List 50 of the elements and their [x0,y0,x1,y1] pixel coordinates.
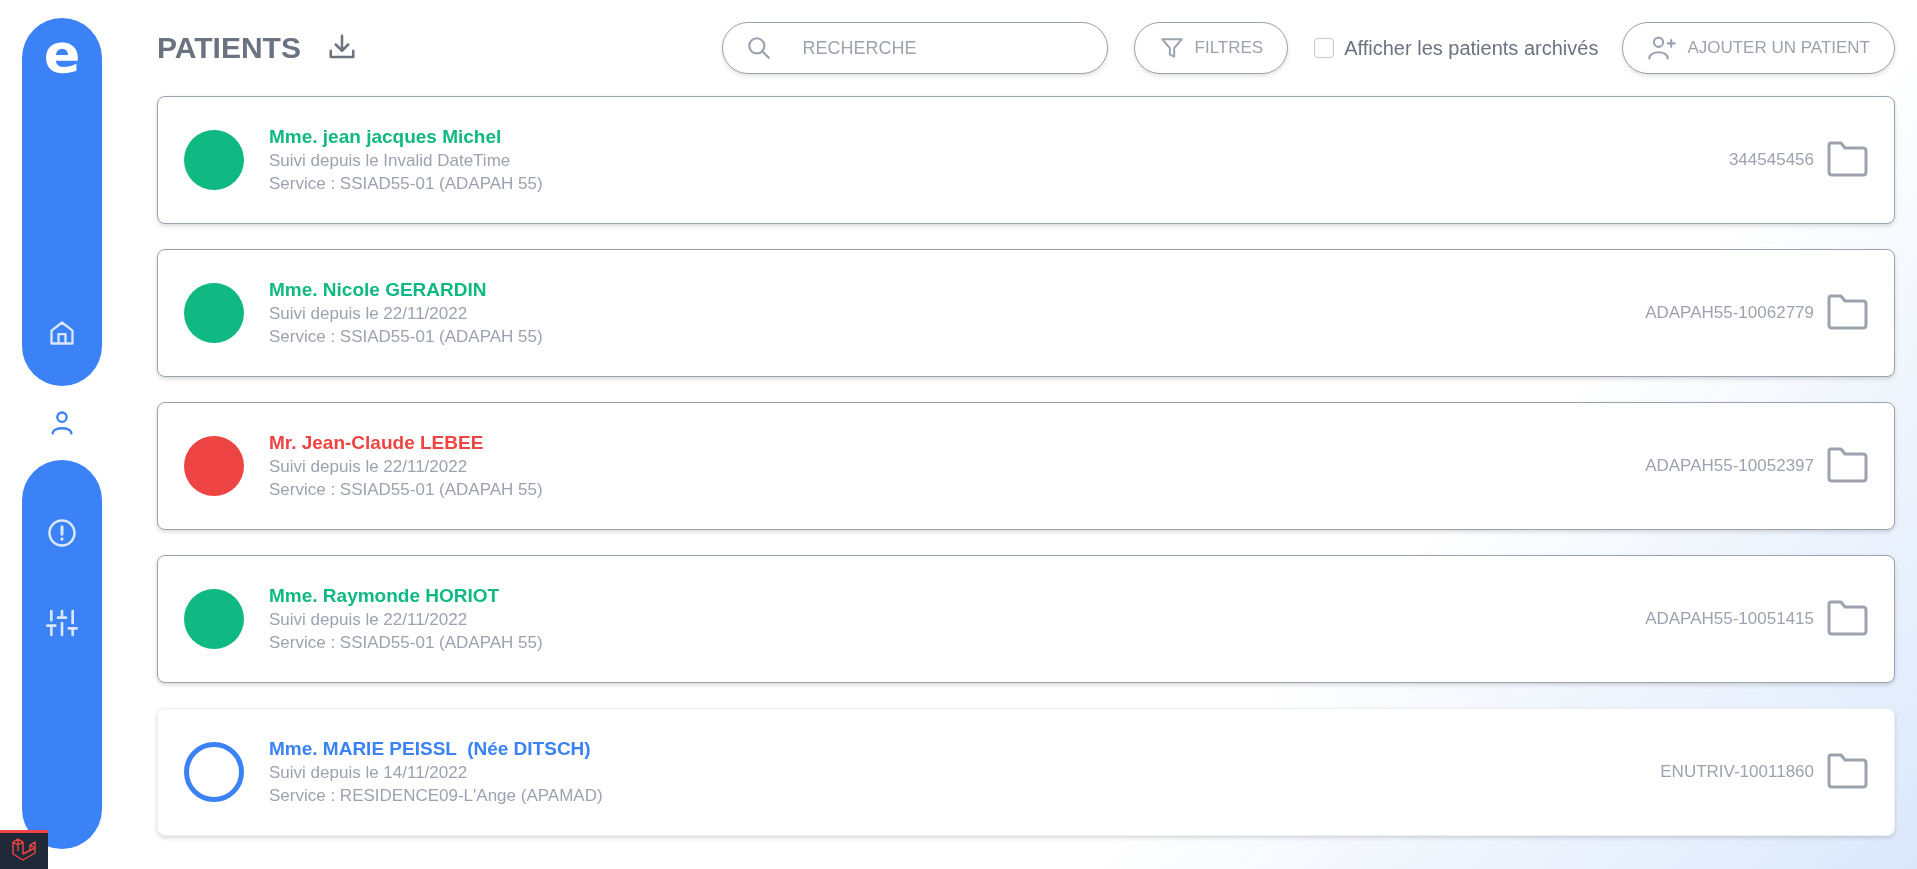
add-patient-button[interactable]: AJOUTER UN PATIENT [1622,22,1895,74]
archived-checkbox[interactable] [1314,38,1335,58]
patient-id: ADAPAH55-10062779 [1645,303,1814,323]
folder-button[interactable] [1826,140,1868,180]
service-label: Service : SSIAD55-01 (ADAPAH 55) [269,480,544,500]
service-label: Service : SSIAD55-01 (ADAPAH 55) [269,633,544,653]
patient-name: Mme. Nicole GERARDIN [269,279,488,301]
app-logo: e [43,32,81,82]
patient-card[interactable]: Mme. jean jacques Michel Suivi depuis le Invalid DateTime Service : SSIAD55-01 (ADAPAH 55) 344545456 [157,96,1895,224]
folder-icon [1826,140,1868,177]
patient-id: ENUTRIV-10011860 [1660,762,1814,782]
patient-card[interactable]: Mme. Nicole GERARDIN Suivi depuis le 22/11/2022 Service : SSIAD55-01 (ADAPAH 55) ADAPAH55-10062779 [157,249,1895,377]
folder-button[interactable] [1826,446,1868,486]
page-title: PATIENTS [157,31,301,65]
filters-button[interactable]: FILTRES [1133,22,1289,74]
service-label: Service : SSIAD55-01 (ADAPAH 55) [269,327,544,347]
patient-id: ADAPAH55-10052397 [1645,456,1814,476]
search-icon [745,35,772,61]
sliders-icon [46,607,78,639]
folder-icon [1826,293,1868,330]
patient-id: ADAPAH55-10051415 [1645,609,1814,629]
folder-button[interactable] [1826,293,1868,333]
folder-icon [1826,752,1868,789]
checkbox-label: Afficher les patients archivés [1344,36,1599,60]
patient-card[interactable]: Mme. Raymonde HORIOT Suivi depuis le 22/11/2022 Service : SSIAD55-01 (ADAPAH 55) ADAPAH55-10051415 [157,555,1895,683]
folder-button[interactable] [1826,599,1868,639]
home-icon [48,319,76,347]
patient-card[interactable]: Mr. Jean-Claude LEBEE Suivi depuis le 22/11/2022 Service : SSIAD55-01 (ADAPAH 55) ADAPAH55-10052397 [157,402,1895,530]
alert-icon [47,518,77,548]
patient-name: Mme. jean jacques Michel [269,126,503,148]
folder-icon [1826,599,1868,636]
patient-id: 344545456 [1728,150,1814,170]
follow-up-date: Suivi depuis le 22/11/2022 [269,610,469,630]
patient-card[interactable]: Mme. MARIE PEISSL (Née DITSCH) Suivi depuis le 14/11/2022 Service : RESIDENCE09-L'Ange (APAMAD) ENUTRIV-10011860 [157,708,1895,836]
patient-name: Mme. MARIE PEISSL (Née DITSCH) [269,738,592,760]
patient-name: Mr. Jean-Claude LEBEE [269,432,485,454]
filter-icon [1158,35,1185,61]
folder-icon [1826,446,1868,483]
service-label: Service : RESIDENCE09-L'Ange (APAMAD) [269,786,604,806]
follow-up-date: Suivi depuis le 14/11/2022 [269,763,469,783]
follow-up-date: Suivi depuis le 22/11/2022 [269,304,469,324]
search-field[interactable]: RECHERCHE [721,22,1108,74]
add-user-icon [1647,34,1678,62]
debug-toolbar-button[interactable] [0,830,48,869]
cube-logo-icon [10,838,38,864]
follow-up-date: Suivi depuis le 22/11/2022 [269,457,469,477]
folder-button[interactable] [1826,752,1868,792]
follow-up-date: Suivi depuis le Invalid DateTime [269,151,512,171]
patient-name: Mme. Raymonde HORIOT [269,585,501,607]
service-label: Service : SSIAD55-01 (ADAPAH 55) [269,174,544,194]
